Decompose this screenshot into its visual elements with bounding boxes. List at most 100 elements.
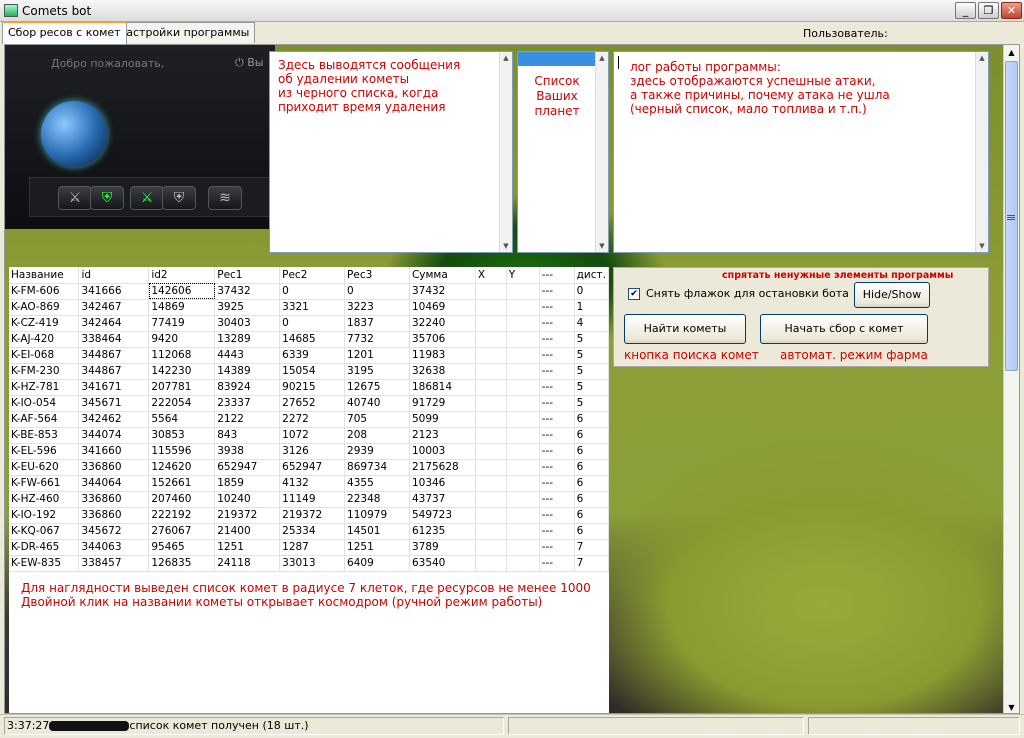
table-cell[interactable]: 869734 [344, 459, 410, 476]
table-row[interactable]: K-AJ-420 338464 9420 13289 14685 7732 35706 ---… [9, 331, 610, 348]
table-cell[interactable]: 207781 [148, 379, 216, 396]
scroll-down-arrow-icon[interactable]: ▼ [1004, 700, 1019, 713]
comet-name-cell[interactable]: K-AF-564 [9, 411, 80, 428]
table-cell[interactable]: 13289 [214, 331, 281, 348]
table-cell[interactable]: 124620 [148, 459, 216, 476]
table-cell[interactable]: 27652 [279, 395, 346, 412]
table-cell[interactable]: --- [539, 491, 575, 508]
table-cell[interactable]: 3223 [344, 299, 410, 316]
table-cell[interactable]: 9420 [148, 331, 216, 348]
column-header[interactable]: Y [506, 267, 540, 284]
table-cell[interactable]: 37432 [409, 283, 476, 300]
table-cell[interactable]: --- [539, 459, 575, 476]
table-cell[interactable]: 1287 [279, 539, 346, 556]
column-header[interactable]: Сумма [409, 267, 476, 284]
table-cell[interactable]: 5 [574, 363, 610, 380]
comets-grid[interactable]: Название id id2 Рес1 Рес2 Рес3 Сумма X Y… [9, 267, 610, 713]
table-cell[interactable]: 0 [279, 283, 346, 300]
table-cell[interactable]: 276067 [148, 523, 216, 540]
table-cell[interactable]: 30403 [214, 315, 281, 332]
table-cell[interactable]: 652947 [279, 459, 346, 476]
table-cell[interactable]: 14685 [279, 331, 346, 348]
table-cell[interactable]: 342464 [78, 315, 150, 332]
table-cell[interactable]: --- [539, 299, 575, 316]
main-scrollbar[interactable]: ▲ ▼ [1003, 45, 1019, 713]
close-button[interactable]: ✕ [1001, 2, 1022, 19]
table-cell[interactable]: 5564 [148, 411, 216, 428]
table-cell[interactable] [475, 459, 507, 476]
table-cell[interactable]: 37432 [214, 283, 281, 300]
comet-name-cell[interactable]: K-FW-661 [9, 475, 80, 492]
comet-name-cell[interactable]: K-EW-835 [9, 555, 80, 572]
table-cell[interactable]: 208 [344, 427, 410, 444]
table-cell[interactable]: 341666 [78, 283, 150, 300]
table-cell[interactable]: 126835 [148, 555, 216, 572]
table-cell[interactable]: 342462 [78, 411, 150, 428]
table-cell[interactable]: 11149 [279, 491, 346, 508]
column-header[interactable]: Рес2 [279, 267, 346, 284]
planet-globe-icon[interactable] [41, 101, 107, 167]
table-cell[interactable]: 338457 [78, 555, 150, 572]
tab-collect[interactable]: Сбор ресов с комет [2, 21, 127, 44]
table-cell[interactable]: --- [539, 331, 575, 348]
column-header[interactable]: дист. [574, 267, 610, 284]
table-cell[interactable]: 6 [574, 507, 610, 524]
comet-name-cell[interactable]: K-FM-606 [9, 283, 80, 300]
table-cell[interactable]: 342467 [78, 299, 150, 316]
comet-name-cell[interactable]: K-KQ-067 [9, 523, 80, 540]
table-cell[interactable]: 110979 [344, 507, 410, 524]
table-cell[interactable] [506, 459, 540, 476]
table-cell[interactable]: 207460 [148, 491, 216, 508]
table-cell[interactable]: 10240 [214, 491, 281, 508]
table-cell[interactable]: --- [539, 379, 575, 396]
table-cell[interactable]: 219372 [279, 507, 346, 524]
table-cell[interactable] [475, 299, 507, 316]
table-row[interactable]: K-EL-596 341660 115596 3938 3126 2939 10003 ---… [9, 443, 610, 460]
table-cell[interactable]: 1 [574, 299, 610, 316]
table-cell[interactable]: 0 [574, 283, 610, 300]
column-header[interactable]: Рес3 [344, 267, 410, 284]
table-cell[interactable]: 345672 [78, 523, 150, 540]
table-cell[interactable]: 843 [214, 427, 281, 444]
comet-name-cell[interactable]: K-EI-068 [9, 347, 80, 364]
table-cell[interactable]: --- [539, 411, 575, 428]
table-cell[interactable]: 5099 [409, 411, 476, 428]
table-row[interactable]: K-EI-068 344867 112068 4443 6339 1201 11983 ---… [9, 347, 610, 364]
table-cell[interactable]: 112068 [148, 347, 216, 364]
table-cell[interactable]: 344867 [78, 347, 150, 364]
table-cell[interactable]: 3938 [214, 443, 281, 460]
table-cell[interactable] [475, 411, 507, 428]
table-row[interactable]: K-BE-853 344074 30853 843 1072 208 2123 --- 6 [9, 427, 610, 444]
table-cell[interactable]: 33013 [279, 555, 346, 572]
table-cell[interactable]: 222192 [148, 507, 216, 524]
table-cell[interactable]: 14869 [148, 299, 216, 316]
comet-name-cell[interactable]: K-CZ-419 [9, 315, 80, 332]
table-cell[interactable]: 4355 [344, 475, 410, 492]
table-cell[interactable] [475, 331, 507, 348]
table-row[interactable]: K-AF-564 342462 5564 2122 2272 705 5099 --- 6 [9, 411, 610, 428]
table-cell[interactable]: 6 [574, 523, 610, 540]
tab-settings[interactable]: Настройки программы [112, 22, 256, 43]
table-cell[interactable]: 40740 [344, 395, 410, 412]
table-cell[interactable]: 23337 [214, 395, 281, 412]
deletion-scrollbar[interactable]: ▲ ▼ [499, 52, 512, 252]
table-cell[interactable]: 341671 [78, 379, 150, 396]
defense-icon[interactable]: ⛨ [162, 186, 196, 210]
table-cell[interactable] [506, 555, 540, 572]
table-cell[interactable]: 10469 [409, 299, 476, 316]
table-cell[interactable]: --- [539, 315, 575, 332]
table-cell[interactable] [506, 507, 540, 524]
table-cell[interactable]: --- [539, 395, 575, 412]
table-cell[interactable] [475, 427, 507, 444]
comet-name-cell[interactable]: K-BE-853 [9, 427, 80, 444]
table-cell[interactable]: 338464 [78, 331, 150, 348]
table-cell[interactable]: 3126 [279, 443, 346, 460]
table-row[interactable]: K-FW-661 344064 152661 1859 4132 4355 10346 ---… [9, 475, 610, 492]
table-cell[interactable]: 5 [574, 379, 610, 396]
table-cell[interactable]: 549723 [409, 507, 476, 524]
table-row[interactable]: K-HZ-781 341671 207781 83924 90215 12675 18681… [9, 379, 610, 396]
table-row[interactable]: K-AO-869 342467 14869 3925 3321 3223 10469 --- 1 [9, 299, 610, 316]
table-cell[interactable] [506, 411, 540, 428]
table-row[interactable]: K-FM-606 341666 142606 37432 0 0 37432 --- 0 [9, 283, 610, 300]
table-cell[interactable]: 1251 [344, 539, 410, 556]
